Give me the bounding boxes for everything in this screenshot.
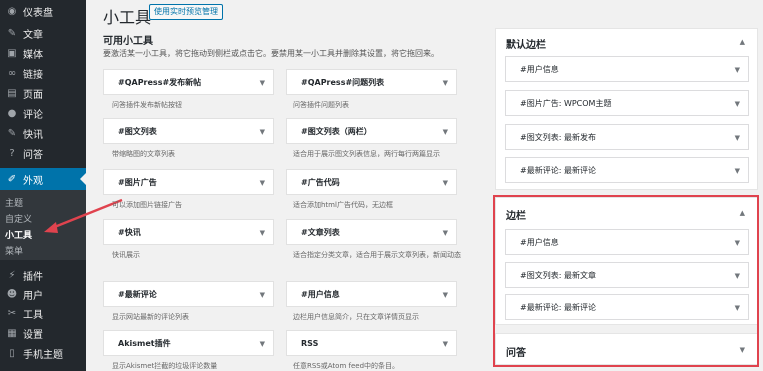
caret-down-icon: ▼ — [442, 229, 448, 237]
caret-down-icon: ▼ — [259, 229, 265, 237]
widget-qapress-new-post[interactable]: #QAPress#发布新帖 ▼ — [103, 69, 274, 95]
user-icon: ☻ — [6, 288, 18, 300]
widget-description: 带缩略图的文章列表 — [112, 150, 175, 158]
widget-description: 边栏用户信息简介，只在文章详情页显示 — [293, 313, 419, 321]
caret-down-icon: ▼ — [442, 340, 448, 348]
phone-icon: ▯ — [9, 347, 15, 359]
widget-image-ad[interactable]: #图片广告 ▼ — [103, 169, 274, 195]
widget-description: 问答插件发布新帖按钮 — [112, 101, 182, 109]
widget-qapress-question-list[interactable]: #QAPress#问题列表 ▼ — [286, 69, 457, 95]
caret-down-icon: ▼ — [259, 128, 265, 136]
highlight-box — [493, 195, 759, 367]
caret-down-icon: ▼ — [442, 179, 448, 187]
caret-down-icon: ▼ — [259, 291, 265, 299]
widget-description: 显示Akismet拦截的垃圾评论数量 — [112, 362, 218, 370]
widget-user-info[interactable]: #用户信息 ▼ — [286, 281, 457, 307]
caret-down-icon: ▼ — [259, 340, 265, 348]
widget-news-flash[interactable]: #快讯 ▼ — [103, 219, 274, 245]
menu-mobile-theme[interactable]: ▯ 手机主题 — [0, 342, 86, 364]
caret-up-icon[interactable]: ▲ — [740, 38, 745, 46]
wrench-icon: ✂ — [7, 307, 17, 319]
widget-description: 适合添加html广告代码，无边框 — [293, 201, 393, 209]
sidebar-widget[interactable]: #用户信息 ▼ — [505, 56, 749, 82]
caret-down-icon: ▼ — [442, 291, 448, 299]
menu-settings[interactable]: ▦ 设置 — [0, 322, 86, 344]
widget-description: 显示网站最新的评论列表 — [112, 313, 189, 321]
caret-down-icon: ▼ — [442, 79, 448, 87]
settings-icon: ▦ — [7, 327, 17, 339]
menu-tools[interactable]: ✂ 工具 — [0, 302, 86, 324]
caret-down-icon: ▼ — [259, 79, 265, 87]
caret-down-icon: ▼ — [734, 66, 740, 74]
widget-description: 快讯展示 — [112, 251, 140, 259]
caret-down-icon: ▼ — [259, 179, 265, 187]
sidebar-widget[interactable]: #图文列表: 最新发布 ▼ — [505, 124, 749, 150]
widget-rss[interactable]: RSS ▼ — [286, 330, 457, 356]
caret-down-icon: ▼ — [734, 134, 740, 142]
default-sidebar-panel: 默认边栏 ▲ #用户信息 ▼ #图片广告: WPCOM主题 ▼ #图文列表: 最新发… — [495, 28, 758, 190]
caret-down-icon: ▼ — [734, 167, 740, 175]
widget-akismet[interactable]: Akismet插件 ▼ — [103, 330, 274, 356]
widget-description: 可以添加图片链接广告 — [112, 201, 182, 209]
page-title: 小工具 — [103, 8, 152, 27]
caret-down-icon: ▼ — [734, 100, 740, 108]
available-widgets-title: 可用小工具 — [103, 36, 153, 47]
widget-image-list-two-col[interactable]: #图文列表（两栏） ▼ — [286, 118, 457, 144]
sidebar-widget[interactable]: #最新评论: 最新评论 ▼ — [505, 157, 749, 183]
widget-description: 适合指定分类文章，适合用于展示文章列表，新闻动态 — [293, 251, 461, 259]
widget-description: 任意RSS或Atom feed中的条目。 — [293, 362, 400, 370]
live-preview-button[interactable]: 使用实时预览管理 — [149, 4, 223, 20]
widget-description: 问答插件问题列表 — [293, 101, 349, 109]
sidebar-widget[interactable]: #图片广告: WPCOM主题 ▼ — [505, 90, 749, 116]
plugin-icon: ⚡ — [8, 269, 16, 281]
widget-latest-comments[interactable]: #最新评论 ▼ — [103, 281, 274, 307]
panel-title: 默认边栏 — [506, 40, 546, 51]
widget-image-list[interactable]: #图文列表 ▼ — [103, 118, 274, 144]
widget-description: 适合用于展示图文列表信息，两行每行两篇显示 — [293, 150, 440, 158]
caret-down-icon: ▼ — [442, 128, 448, 136]
widget-ad-code[interactable]: #广告代码 ▼ — [286, 169, 457, 195]
widget-post-list[interactable]: #文章列表 ▼ — [286, 219, 457, 245]
available-widgets-description: 要激活某一小工具，将它拖动到侧栏或点击它。要禁用某一小工具并删除其设置，将它拖回… — [103, 49, 439, 58]
